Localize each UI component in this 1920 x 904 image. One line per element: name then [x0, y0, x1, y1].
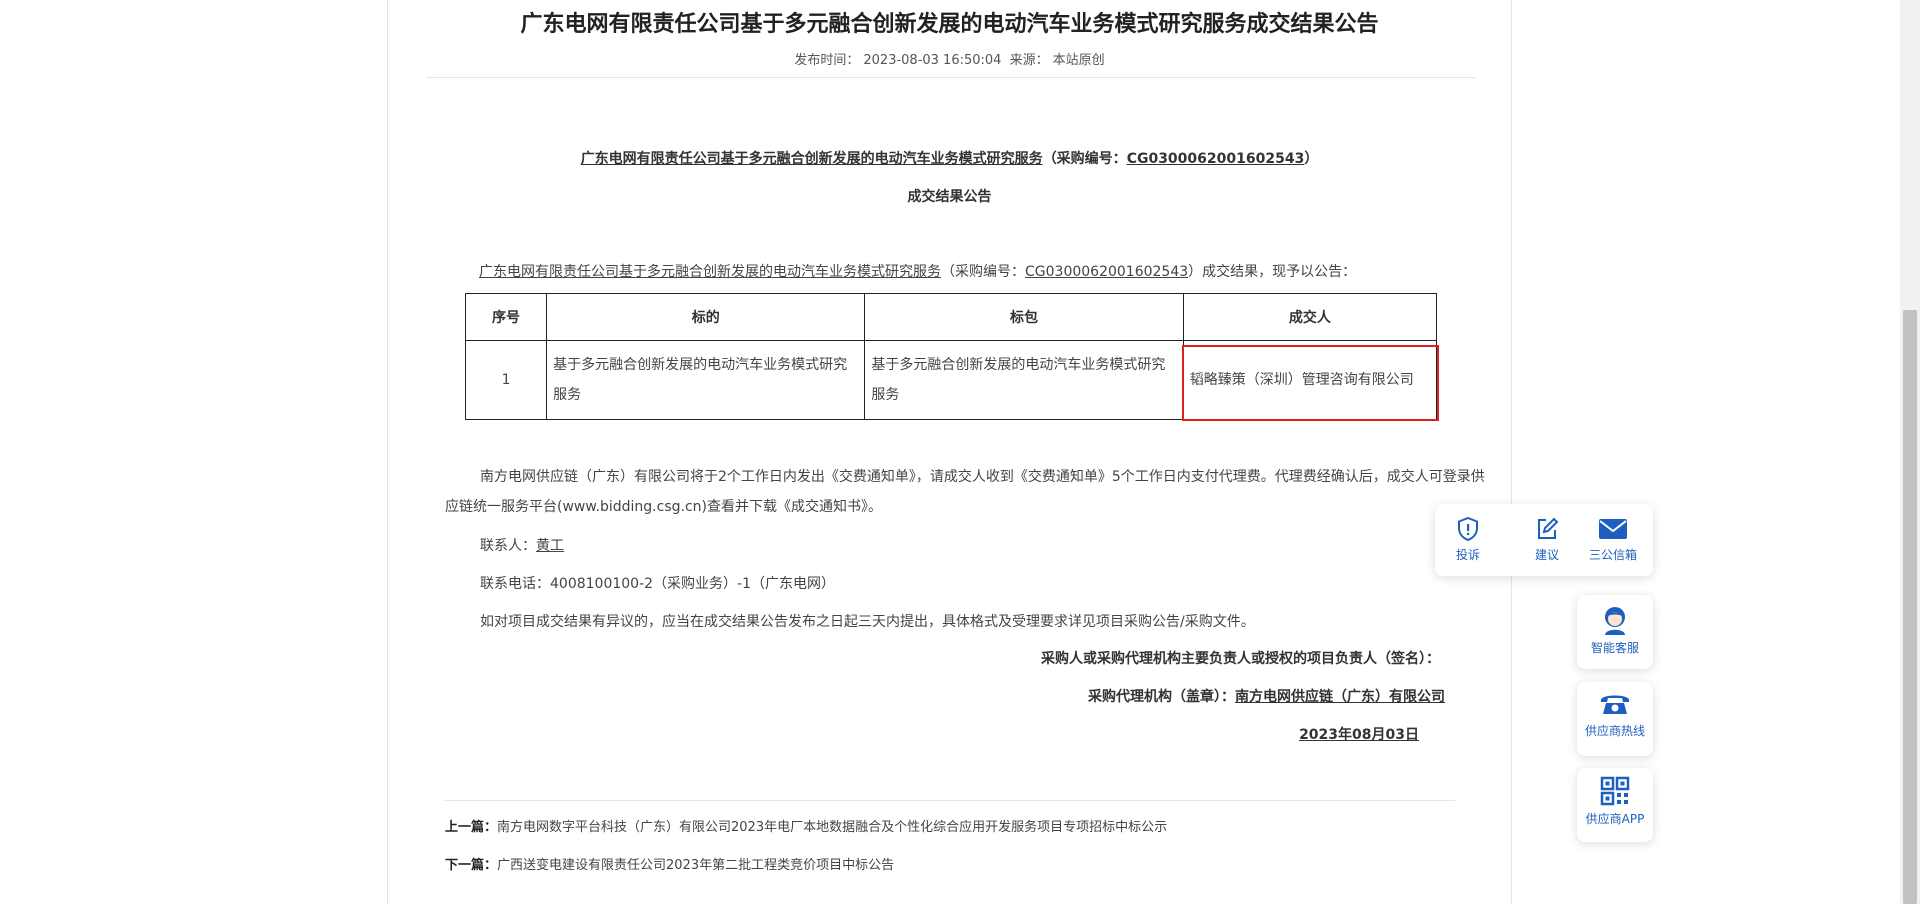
- title-divider: [426, 77, 1476, 78]
- suggestion-button[interactable]: 建议: [1514, 512, 1580, 568]
- heading-code-suffix: ）: [1304, 151, 1319, 167]
- header-package: 标包: [864, 293, 1184, 341]
- phone-icon: [1601, 695, 1629, 714]
- qr-code-icon: [1600, 776, 1630, 806]
- heading-code: CG0300062001602543: [1126, 151, 1305, 167]
- source-label: 来源：: [1009, 53, 1049, 68]
- next-article-link[interactable]: 广西送变电建设有限责任公司2023年第二批工程类竞价项目中标公告: [497, 858, 894, 873]
- intro-suffix: ）成交结果，现予以公告：: [1188, 264, 1357, 280]
- objection-line: 如对项目成交结果有异议的，应当在成交结果公告发布之日起三天内提出，具体格式及受理…: [480, 614, 1255, 630]
- supplier-app-label: 供应商APP: [1585, 812, 1645, 826]
- vertical-scrollbar[interactable]: [1900, 0, 1920, 904]
- cell-package: 基于多元融合创新发展的电动汽车业务模式研究服务: [864, 340, 1184, 420]
- header-winner: 成交人: [1182, 293, 1438, 341]
- cell-subject: 基于多元融合创新发展的电动汽车业务模式研究服务: [546, 340, 866, 420]
- contact-name: 黄工: [536, 538, 564, 554]
- signature-line: 采购人或采购代理机构主要负责人或授权的项目负责人（签名）：: [1041, 651, 1440, 667]
- scrollbar-thumb[interactable]: [1903, 310, 1917, 904]
- mailbox-label: 三公信箱: [1588, 548, 1637, 562]
- publish-time-label: 发布时间：: [794, 53, 860, 68]
- article-meta: 发布时间： 2023-08-03 16:50:04 来源： 本站原创: [388, 49, 1511, 68]
- edit-icon: [1538, 517, 1559, 539]
- prev-article-link[interactable]: 南方电网数字平台科技（广东）有限公司2023年电厂本地数据融合及个性化综合应用开…: [497, 820, 1167, 835]
- envelope-icon: [1599, 519, 1627, 539]
- complaint-button[interactable]: 投诉: [1435, 512, 1501, 568]
- article-title: 广东电网有限责任公司基于多元融合创新发展的电动汽车业务模式研究服务成交结果公告: [520, 12, 1379, 37]
- hotline-label: 供应商热线: [1584, 724, 1645, 738]
- nav-divider: [445, 800, 1455, 801]
- announcement-heading: 广东电网有限责任公司基于多元融合创新发展的电动汽车业务模式研究服务（采购编号：C…: [388, 148, 1511, 168]
- agency-line: 采购代理机构（盖章）：南方电网供应链（广东）有限公司: [1088, 686, 1445, 706]
- winner-highlight-box: [1181, 345, 1439, 421]
- cell-index: 1: [464, 340, 548, 420]
- heading-project-name: 广东电网有限责任公司基于多元融合创新发展的电动汽车业务模式研究服务: [580, 151, 1043, 167]
- contact-label: 联系人：: [480, 538, 536, 554]
- suggestion-label: 建议: [1534, 548, 1559, 562]
- intro-code-prefix: （采购编号：: [941, 264, 1025, 280]
- announcement-subheading: 成交结果公告: [907, 189, 992, 205]
- header-subject: 标的: [546, 293, 866, 341]
- hotline-button[interactable]: 供应商热线: [1577, 682, 1653, 756]
- notice-paragraph: 南方电网供应链（广东）有限公司将于2个工作日内发出《交费通知单》，请成交人收到《…: [445, 469, 1485, 515]
- customer-service-icon: [1605, 607, 1625, 635]
- article-panel: 广东电网有限责任公司基于多元融合创新发展的电动汽车业务模式研究服务成交结果公告 …: [387, 0, 1512, 904]
- contact-line: 联系人：黄工: [480, 535, 564, 555]
- cell-winner: 韬略臻策（深圳）管理咨询有限公司: [1181, 340, 1439, 421]
- agency-name: 南方电网供应链（广东）有限公司: [1235, 689, 1445, 705]
- table-row: 1 基于多元融合创新发展的电动汽车业务模式研究服务 基于多元融合创新发展的电动汽…: [464, 340, 1439, 421]
- smart-service-button[interactable]: 智能客服: [1577, 595, 1653, 669]
- signature-date: 2023年08月03日: [1299, 727, 1419, 743]
- heading-code-prefix: （采购编号：: [1042, 151, 1127, 167]
- smart-service-label: 智能客服: [1590, 641, 1639, 655]
- publish-time: 2023-08-03 16:50:04: [863, 53, 1002, 68]
- header-index: 序号: [464, 293, 548, 341]
- page: 广东电网有限责任公司基于多元融合创新发展的电动汽车业务模式研究服务成交结果公告 …: [0, 0, 1920, 904]
- phone-line: 联系电话：4008100100-2（采购业务）-1（广东电网）: [480, 576, 835, 592]
- source-value: 本站原创: [1052, 53, 1105, 68]
- next-label: 下一篇：: [445, 858, 498, 873]
- complaint-label: 投诉: [1455, 548, 1480, 562]
- result-table: 序号 标的 标包 成交人 1 基于多元融合创新发展的电动汽车业务模式研究服务 基…: [464, 293, 1439, 421]
- prev-label: 上一篇：: [445, 820, 498, 835]
- prev-article[interactable]: 上一篇：南方电网数字平台科技（广东）有限公司2023年电厂本地数据融合及个性化综…: [445, 816, 1167, 835]
- intro-project-name: 广东电网有限责任公司基于多元融合创新发展的电动汽车业务模式研究服务: [479, 264, 941, 280]
- agency-label: 采购代理机构（盖章）：: [1088, 689, 1235, 705]
- supplier-app-button[interactable]: 供应商APP: [1577, 768, 1653, 842]
- intro-code: CG0300062001602543: [1025, 264, 1189, 280]
- intro-line: 广东电网有限责任公司基于多元融合创新发展的电动汽车业务模式研究服务（采购编号：C…: [479, 261, 1479, 281]
- next-article[interactable]: 下一篇：广西送变电建设有限责任公司2023年第二批工程类竞价项目中标公告: [445, 854, 894, 873]
- feedback-toolbar: 投诉 建议 三公信箱: [1435, 504, 1653, 576]
- mailbox-button[interactable]: 三公信箱: [1580, 512, 1646, 568]
- shield-alert-icon: [1458, 516, 1478, 542]
- table-header-row: 序号 标的 标包 成交人: [464, 293, 1438, 341]
